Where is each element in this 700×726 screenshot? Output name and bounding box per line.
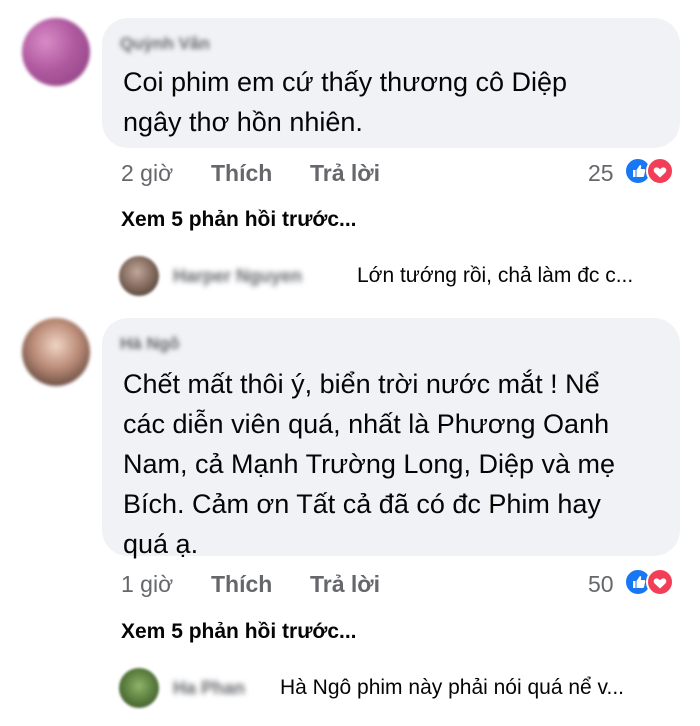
reply-button[interactable]: Trả lời — [310, 571, 380, 598]
comment-time[interactable]: 1 giờ — [121, 571, 173, 598]
view-more-replies[interactable]: Xem 5 phản hồi trước... — [121, 620, 357, 644]
avatar[interactable] — [22, 318, 90, 386]
like-button[interactable]: Thích — [211, 160, 272, 187]
comment-text: Chết mất thôi ý, biển trời nước mắt ! Nể… — [123, 369, 615, 559]
view-more-replies[interactable]: Xem 5 phản hồi trước... — [121, 208, 357, 232]
comment-bubble: Hà Ngô Chết mất thôi ý, biển trời nước m… — [102, 318, 680, 559]
avatar[interactable] — [119, 256, 159, 296]
reactions[interactable]: 50 — [588, 568, 683, 598]
comment-bubble: Quỳnh Vân Coi phim em cứ thấy thương cô … — [102, 18, 680, 148]
reaction-count: 50 — [588, 571, 614, 597]
like-button[interactable]: Thích — [211, 571, 272, 598]
reactions[interactable]: 25 — [588, 157, 683, 187]
reply-text[interactable]: Hà Ngô phim này phải nói quá nể v... — [280, 676, 624, 700]
reaction-count: 25 — [588, 160, 614, 186]
reply-author[interactable]: Ha Phan — [173, 678, 245, 699]
comment-time[interactable]: 2 giờ — [121, 160, 173, 187]
avatar[interactable] — [119, 668, 159, 708]
comment-author[interactable]: Hà Ngô — [120, 334, 180, 354]
reply-text[interactable]: Lớn tướng rồi, chả làm đc c... — [357, 264, 633, 288]
comment-author[interactable]: Quỳnh Vân — [120, 34, 210, 54]
reply-button[interactable]: Trả lời — [310, 160, 380, 187]
reply-author[interactable]: Harper Nguyen — [173, 266, 302, 287]
love-icon — [646, 157, 674, 185]
comment-text: Coi phim em cứ thấy thương cô Diệp ngây … — [123, 67, 568, 137]
love-icon — [646, 568, 674, 596]
avatar[interactable] — [22, 18, 90, 86]
